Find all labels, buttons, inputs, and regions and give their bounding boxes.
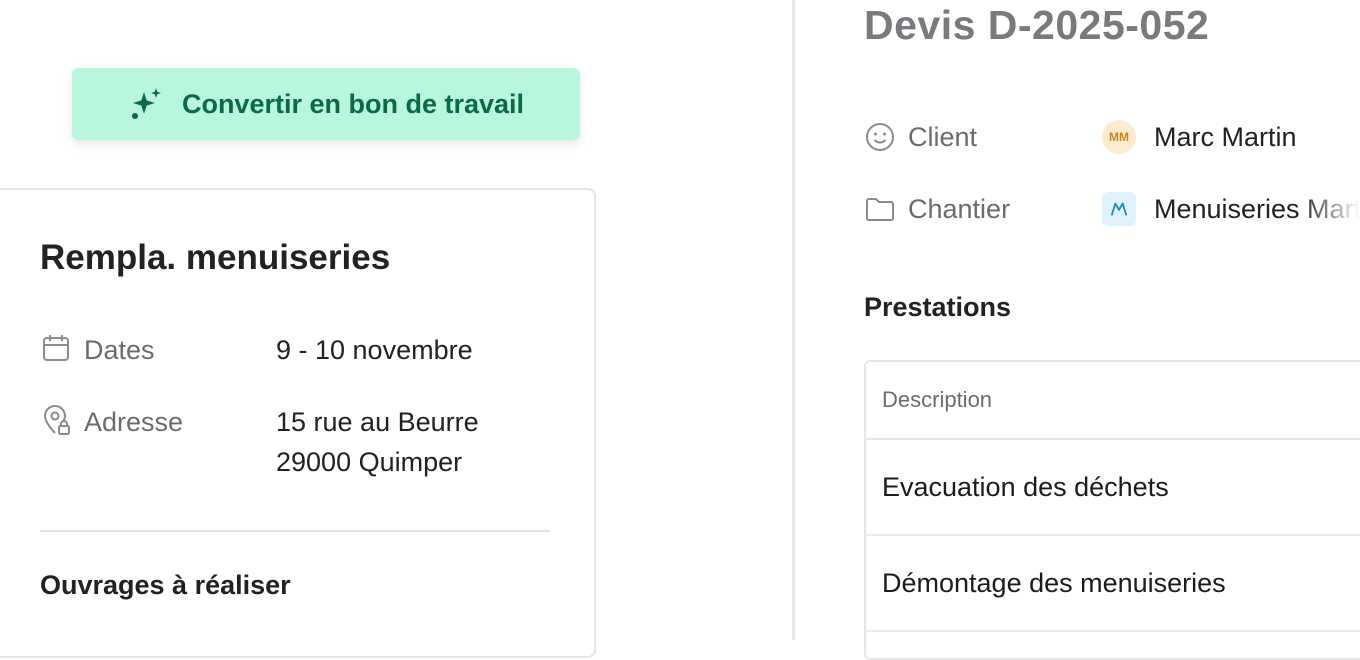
works-section-title: Ouvrages à réaliser — [40, 570, 291, 600]
overflow-fade — [1300, 180, 1360, 230]
client-row: Client MM Marc Martin — [864, 120, 1297, 154]
row-description: Evacuation des déchets — [882, 471, 1169, 502]
site-logo-icon — [1102, 192, 1136, 226]
card-divider — [40, 530, 550, 532]
quote-title: Devis D-2025-052 — [864, 2, 1210, 48]
location-pin-icon — [43, 405, 70, 435]
convert-button-label: Convertir en bon de travail — [181, 88, 525, 119]
client-label: Client — [908, 121, 978, 152]
convert-to-work-order-button[interactable]: Convertir en bon de travail — [72, 68, 580, 140]
pane-separator[interactable] — [792, 0, 795, 640]
dates-label: Dates — [84, 335, 155, 365]
client-value[interactable]: Marc Martin — [1154, 122, 1297, 153]
address-row: Adresse 15 rue au Beurre 29000 Quimper — [40, 402, 479, 482]
services-table: Description Evacuation des déchets Démon… — [864, 360, 1360, 660]
address-line2: 29000 Quimper — [276, 447, 463, 477]
smiley-icon — [866, 123, 894, 151]
table-row[interactable]: Evacuation des déchets — [866, 440, 1360, 536]
services-section-title: Prestations — [864, 292, 1012, 322]
sparkles-icon — [131, 88, 161, 119]
address-line1: 15 rue au Beurre — [276, 407, 479, 437]
dates-row: Dates 9 - 10 novembre — [40, 330, 473, 370]
table-row[interactable]: Démontage des menuiseries — [866, 536, 1360, 632]
card-title: Rempla. menuiseries — [40, 238, 391, 277]
address-label: Adresse — [84, 407, 184, 437]
table-header: Description — [866, 362, 1360, 440]
row-description: Démontage des menuiseries — [882, 567, 1226, 598]
column-description: Description — [882, 387, 993, 412]
site-row: Chantier Menuiseries Martin — [864, 192, 1360, 226]
site-label: Chantier — [908, 193, 1011, 224]
dates-value: 9 - 10 novembre — [276, 335, 473, 365]
calendar-icon — [43, 335, 69, 361]
folder-icon — [866, 198, 894, 221]
client-avatar: MM — [1102, 120, 1136, 154]
address-value: 15 rue au Beurre 29000 Quimper — [276, 402, 479, 482]
